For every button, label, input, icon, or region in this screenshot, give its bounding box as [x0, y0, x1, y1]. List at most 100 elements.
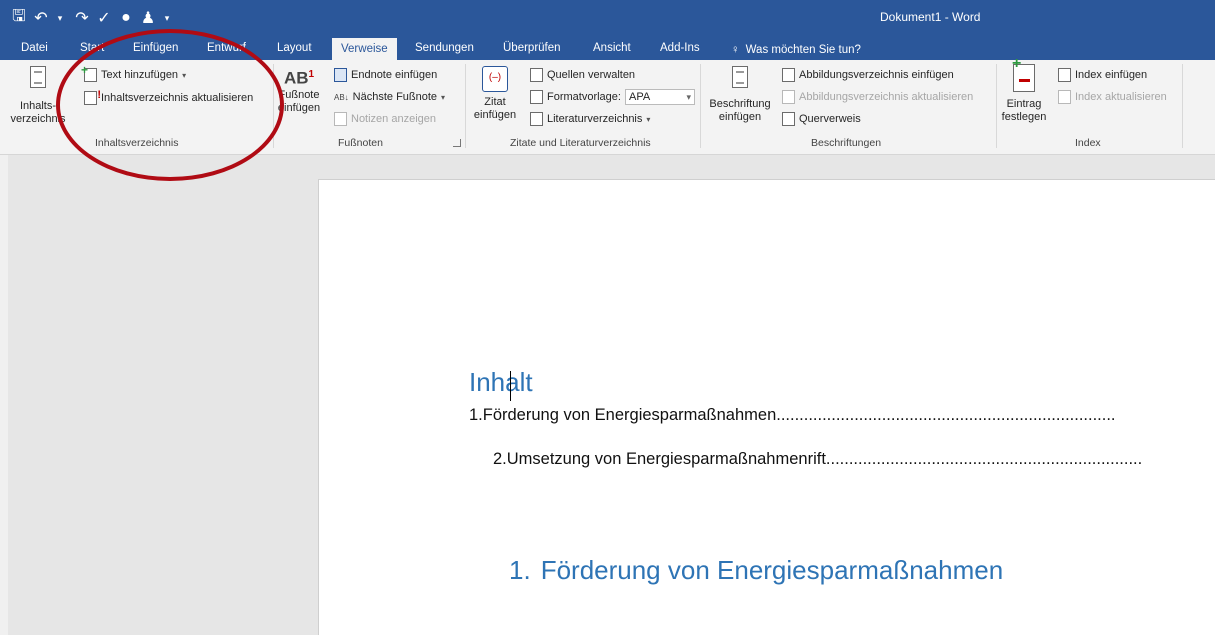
zitat-label-1: Zitat	[484, 96, 506, 108]
literaturverzeichnis-button[interactable]: Literaturverzeichnis ▾	[530, 110, 650, 128]
toc-entry-1[interactable]: 1.Förderung von Energiesparmaßnahmen....…	[469, 406, 1116, 425]
abbildungsverzeichnis-einfuegen-button[interactable]: Abbildungsverzeichnis einfügen	[782, 66, 954, 84]
tab-ansicht[interactable]: Ansicht	[593, 40, 631, 60]
inhaltsverzeichnis-label-2: verzeichnis	[10, 113, 66, 125]
tab-ueberpruefen[interactable]: Überprüfen	[503, 40, 561, 60]
abbildungsverzeichnis-aktualisieren-button[interactable]: Abbildungsverzeichnis aktualisieren	[782, 88, 973, 106]
inhaltsverzeichnis-button[interactable]: Inhalts- verzeichnis	[8, 66, 68, 126]
tab-verweise[interactable]: Verweise	[332, 38, 397, 60]
group-separator	[465, 64, 466, 148]
group-label-beschriftungen: Beschriftungen	[811, 137, 882, 149]
save-icon[interactable]: 🖫	[8, 6, 30, 30]
formatvorlage-control[interactable]: Formatvorlage: APA	[530, 88, 695, 106]
tab-sendungen[interactable]: Sendungen	[415, 40, 474, 60]
table-of-contents-icon	[30, 66, 46, 88]
cross-reference-icon	[782, 112, 795, 126]
tab-layout[interactable]: Layout	[277, 40, 312, 60]
heading-1-text: Förderung von Energiesparmaßnahmen	[540, 555, 1004, 585]
heading-1-number: 1.	[509, 555, 531, 585]
tell-me-placeholder: Was möchten Sie tun?	[745, 44, 861, 56]
tab-entwurf[interactable]: Entwurf	[207, 40, 246, 60]
naechste-fussnote-button[interactable]: AB↓ Nächste Fußnote ▾	[334, 88, 445, 106]
text-cursor	[510, 371, 511, 401]
tell-me-box[interactable]: ♀ Was möchten Sie tun?	[731, 40, 861, 60]
formatvorlage-select[interactable]: APA	[624, 89, 695, 105]
lightbulb-icon: ♀	[731, 44, 740, 56]
style-icon	[530, 90, 543, 104]
insert-index-icon	[1058, 68, 1071, 82]
ribbon-tabs: Datei Start Einfügen Entwurf Layout Verw…	[0, 36, 1215, 60]
notizen-anzeigen-button[interactable]: Notizen anzeigen	[334, 110, 436, 128]
redo-icon[interactable]: ↷	[71, 6, 93, 30]
quick-access-toolbar: 🖫 ↶ ▾ ↷ ✓ ● ♟ ▾	[8, 6, 178, 30]
update-index-icon	[1058, 90, 1071, 104]
update-figures-icon	[782, 90, 795, 104]
ribbon-verweise: Inhalts- verzeichnis Text hinzufügen ▾ I…	[0, 57, 1215, 155]
zitat-label-2: einfügen	[473, 109, 517, 121]
group-label-zitate: Zitate und Literaturverzeichnis	[510, 137, 651, 149]
tab-einfuegen[interactable]: Einfügen	[133, 40, 178, 60]
fussnote-label-1: Fußnote	[278, 88, 320, 101]
heading-1[interactable]: 1. Förderung von Energiesparmaßnahmen	[509, 555, 1003, 586]
document-page[interactable]: Inhalt 1.Förderung von Energiesparmaßnah…	[318, 179, 1215, 635]
inhaltsverzeichnis-aktualisieren-button[interactable]: Inhaltsverzeichnis aktualisieren	[84, 89, 253, 107]
index-einfuegen-label: Index einfügen	[1075, 69, 1148, 81]
table-of-figures-icon	[782, 68, 795, 82]
toc-heading[interactable]: Inhalt	[469, 367, 533, 398]
customize-qat-icon[interactable]: ▾	[156, 6, 178, 30]
querverweis-label: Querverweis	[799, 113, 861, 125]
document-workspace: Inhalt 1.Förderung von Energiesparmaßnah…	[0, 155, 1215, 635]
group-label-fussnoten: Fußnoten	[338, 137, 383, 149]
index-aktualisieren-label: Index aktualisieren	[1075, 91, 1167, 103]
beschriftung-einfuegen-button[interactable]: Beschriftung einfügen	[705, 66, 775, 124]
abb-aktualisieren-label: Abbildungsverzeichnis aktualisieren	[799, 91, 974, 103]
zitat-einfuegen-button[interactable]: (–) Zitat einfügen	[470, 66, 520, 122]
add-text-icon	[81, 63, 97, 82]
literatur-label: Literaturverzeichnis	[547, 113, 643, 125]
group-separator	[700, 64, 701, 148]
formatvorlage-label: Formatvorlage:	[547, 91, 621, 103]
beschriftung-label-2: einfügen	[718, 111, 762, 123]
fussnote-label-2: einfügen	[277, 101, 321, 114]
manage-sources-icon	[530, 68, 543, 82]
tab-start[interactable]: Start	[80, 40, 104, 60]
chevron-down-icon: ▾	[646, 114, 651, 124]
beschriftung-label-1: Beschriftung	[709, 98, 771, 110]
eintrag-label-2: festlegen	[1001, 111, 1047, 123]
navigation-pane-edge	[0, 155, 8, 635]
text-hinzufuegen-button[interactable]: Text hinzufügen ▾	[81, 63, 187, 84]
abbildungsverzeichnis-label: Abbildungsverzeichnis einfügen	[799, 69, 954, 81]
toc-entry-2[interactable]: 2.Umsetzung von Energiesparmaßnahmenrift…	[493, 450, 1142, 469]
insert-citation-icon: (–)	[482, 66, 508, 92]
chevron-down-icon: ▾	[182, 70, 187, 80]
bibliography-icon	[530, 112, 543, 126]
tab-add-ins[interactable]: Add-Ins	[660, 40, 700, 60]
window-title: Dokument1 - Word	[880, 10, 981, 24]
dialog-launcher-icon[interactable]	[453, 139, 461, 147]
endnote-label: Endnote einfügen	[351, 69, 438, 81]
quellen-verwalten-button[interactable]: Quellen verwalten	[530, 66, 635, 84]
notizen-anzeigen-label: Notizen anzeigen	[351, 113, 437, 125]
fussnote-einfuegen-button[interactable]: AB1 Fußnote einfügen	[274, 68, 324, 115]
group-label-inhaltsverzeichnis: Inhaltsverzeichnis	[95, 137, 179, 149]
quellen-label: Quellen verwalten	[547, 69, 636, 81]
naechste-fussnote-label: Nächste Fußnote	[352, 91, 438, 103]
next-footnote-icon: AB↓	[334, 92, 349, 102]
group-label-index: Index	[1075, 137, 1101, 149]
index-einfuegen-button[interactable]: Index einfügen	[1058, 66, 1147, 84]
group-separator	[1182, 64, 1183, 148]
endnote-icon	[334, 68, 347, 82]
check-icon[interactable]: ✓	[93, 6, 115, 30]
undo-dropdown-icon[interactable]: ▾	[49, 6, 71, 30]
circle-icon[interactable]: ●	[115, 6, 137, 30]
index-aktualisieren-button[interactable]: Index aktualisieren	[1058, 88, 1167, 106]
chevron-down-icon: ▾	[441, 92, 446, 102]
show-notes-icon	[334, 112, 347, 126]
eintrag-label-1: Eintrag	[1006, 98, 1042, 110]
inhaltsverzeichnis-label-1: Inhalts-	[19, 100, 57, 112]
endnote-einfuegen-button[interactable]: Endnote einfügen	[334, 66, 437, 84]
aktualisieren-label: Inhaltsverzeichnis aktualisieren	[101, 92, 254, 104]
tab-datei[interactable]: Datei	[21, 40, 48, 60]
eintrag-festlegen-button[interactable]: Eintrag festlegen	[999, 57, 1049, 124]
querverweis-button[interactable]: Querverweis	[782, 110, 861, 128]
